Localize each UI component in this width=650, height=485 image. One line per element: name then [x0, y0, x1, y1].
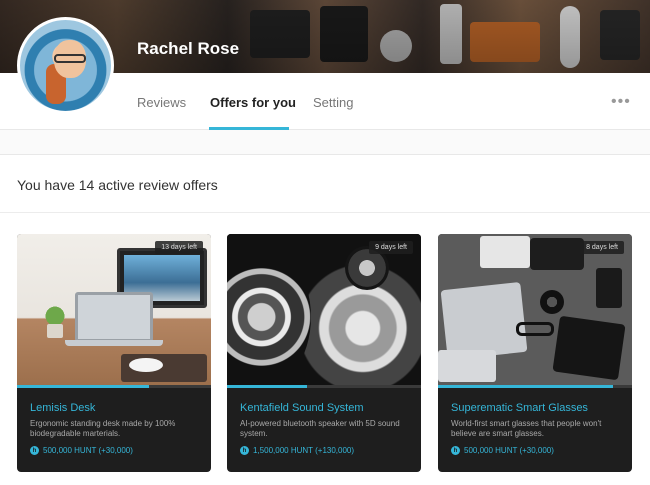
offer-description: World-first smart glasses that people wo… — [451, 419, 602, 438]
offer-card-superematic-smart-glasses[interactable]: 8 days left Superematic Smart Glasses Wo… — [438, 234, 632, 472]
profile-name: Rachel Rose — [137, 39, 240, 58]
offer-card-lemisis-desk[interactable]: 13 days left Lemisis Desk Ergonomic stan… — [17, 234, 211, 472]
offer-progress-bar — [438, 385, 632, 388]
offer-reward: h 1,500,000 HUNT (+130,000) — [240, 446, 354, 455]
days-left-badge: 8 days left — [580, 241, 624, 254]
offer-title[interactable]: Lemisis Desk — [30, 402, 95, 414]
offer-description: AI-powered bluetooth speaker with 5D sou… — [240, 419, 400, 438]
hunt-coin-icon: h — [451, 446, 460, 455]
offer-reward: h 500,000 HUNT (+30,000) — [451, 446, 554, 455]
active-offers-heading: You have 14 active review offers — [17, 177, 218, 193]
product-image-glasses[interactable]: 8 days left — [438, 234, 632, 386]
offer-title[interactable]: Kentafield Sound System — [240, 402, 364, 414]
days-left-badge: 13 days left — [155, 241, 203, 254]
profile-tabs: Reviews Offers for you Setting ••• — [0, 73, 650, 130]
offer-description: Ergonomic standing desk made by 100% bio… — [30, 419, 176, 438]
tab-reviews[interactable]: Reviews — [137, 95, 186, 110]
tab-offers-for-you[interactable]: Offers for you — [210, 95, 296, 110]
product-image-desk[interactable]: 13 days left — [17, 234, 211, 386]
offer-card-kentafield-sound-system[interactable]: 9 days left Kentafield Sound System AI-p… — [227, 234, 421, 472]
tab-setting[interactable]: Setting — [313, 95, 353, 110]
more-dots-icon[interactable]: ••• — [611, 93, 631, 111]
offer-progress-bar — [227, 385, 421, 388]
divider — [0, 212, 650, 213]
product-image-speaker[interactable]: 9 days left — [227, 234, 421, 386]
reward-amount: 1,500,000 HUNT (+130,000) — [253, 446, 355, 455]
hunt-coin-icon: h — [240, 446, 249, 455]
offer-progress-bar — [17, 385, 211, 388]
section-spacer — [0, 130, 650, 155]
offer-title[interactable]: Superematic Smart Glasses — [451, 402, 588, 414]
hunt-coin-icon: h — [30, 446, 39, 455]
days-left-badge: 9 days left — [369, 241, 413, 254]
offer-reward: h 500,000 HUNT (+30,000) — [30, 446, 133, 455]
reward-amount: 500,000 HUNT (+30,000) — [464, 446, 554, 455]
reward-amount: 500,000 HUNT (+30,000) — [43, 446, 133, 455]
